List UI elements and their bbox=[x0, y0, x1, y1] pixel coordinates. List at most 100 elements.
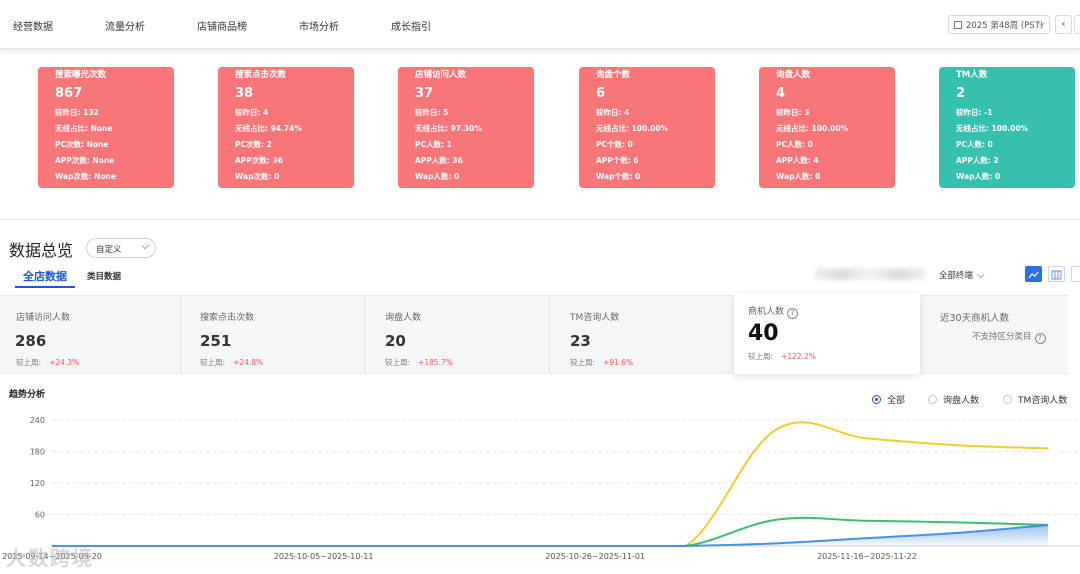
x-tick-label: 2025-10-26~2025-11-01 bbox=[545, 552, 645, 561]
card-detail-row: Wap人数: 0 bbox=[956, 172, 1001, 181]
stat-change: +24.8% bbox=[233, 358, 264, 367]
card-title: 询盘人数 bbox=[776, 70, 811, 80]
tab-store-data[interactable]: 全店数据 bbox=[23, 268, 67, 284]
stat-search-clicks[interactable]: 搜索点击次数 251 较上周: +24.8% bbox=[181, 296, 365, 373]
metric-card-inquiry-count[interactable]: 询盘个数 6 较昨日: 4 无线占比: 100.00% PC个数: 0 APP个数: 6 W… bbox=[579, 67, 715, 188]
card-detail-row: PC个数: 0 bbox=[596, 140, 633, 149]
stat-inquiry-people[interactable]: 询盘人数 20 较上周: +185.7% bbox=[365, 296, 550, 373]
card-detail-row: APP次数: 36 bbox=[235, 156, 283, 165]
trend-title: 趋势分析 bbox=[9, 390, 46, 400]
line-chart-view-button[interactable] bbox=[1025, 266, 1042, 282]
card-detail-row: 较昨日: 3 bbox=[776, 108, 810, 117]
nav-tab-traffic-analysis[interactable]: 流量分析 bbox=[105, 18, 145, 33]
y-tick-label: 120 bbox=[30, 479, 45, 488]
card-detail-row: APP人数: 4 bbox=[776, 156, 819, 165]
nav-tab-store-product-rank[interactable]: 店铺商品榜 bbox=[197, 18, 247, 33]
stat-compare-label: 较上周: bbox=[16, 358, 42, 367]
card-detail-row: Wap次数: None bbox=[55, 172, 116, 181]
card-detail-row: 无线占比: None bbox=[55, 124, 113, 133]
y-tick-label: 60 bbox=[35, 511, 45, 520]
chevron-down-icon: ⌵ bbox=[1038, 19, 1045, 29]
stat-compare: 较上周: +185.7% bbox=[385, 357, 453, 368]
card-title: 搜索曝光次数 bbox=[55, 70, 107, 80]
next-week-button[interactable] bbox=[1074, 15, 1080, 34]
stat-tm-consult-people[interactable]: TM咨询人数 23 较上周: +91.6% bbox=[550, 296, 734, 373]
metric-card-tm-people[interactable]: TM人数 2 较昨日: -1 无线占比: 100.00% PC人数: 0 APP人数: 2… bbox=[939, 67, 1075, 188]
card-detail-row: 无线占比: 100.00% bbox=[776, 124, 849, 133]
stat-compare-label: 较上周: bbox=[385, 358, 411, 367]
column-view-button[interactable] bbox=[1048, 266, 1065, 282]
chevron-left-icon: ‹ bbox=[1061, 17, 1066, 30]
metric-card-inquiry-people[interactable]: 询盘人数 4 较昨日: 3 无线占比: 100.00% PC人数: 0 APP人数: 4 W… bbox=[759, 67, 895, 188]
card-detail-row: Wap人数: 0 bbox=[415, 172, 460, 181]
metric-card-store-visitors[interactable]: 店铺访问人数 37 较昨日: 5 无线占比: 97.30% PC人数: 1 APP人数: … bbox=[398, 67, 534, 188]
card-detail-row: 较昨日: 4 bbox=[235, 108, 269, 117]
y-tick-label: 240 bbox=[30, 416, 45, 425]
card-value: 4 bbox=[776, 86, 786, 101]
stat-label: 近30天商机人数 bbox=[940, 313, 1010, 324]
stat-opportunity-people[interactable]: 商机人数? 40 较上周: +122.2% bbox=[734, 294, 920, 374]
stat-store-visitors[interactable]: 店铺访问人数 286 较上周: +24.3% bbox=[0, 296, 181, 373]
trend-line-chart: 601201802402025-09-14~2025-09-20 2025-10-… bbox=[2, 416, 1080, 561]
date-range-select[interactable]: 自定义 ⌵ bbox=[86, 238, 156, 258]
stat-compare-label: 较上周: bbox=[748, 352, 774, 361]
x-tick-label: 2025-10-05~2025-10-11 bbox=[274, 552, 374, 561]
stat-compare-label: 较上周: bbox=[200, 358, 226, 367]
terminal-select[interactable]: 全部终端 ⌵ bbox=[939, 269, 985, 281]
stat-note-text: 不支持区分类目 bbox=[972, 332, 1032, 342]
card-value: 867 bbox=[55, 86, 83, 101]
stat-compare: 较上周: +24.3% bbox=[16, 357, 79, 368]
card-title: TM人数 bbox=[956, 70, 988, 80]
watermark: 大数跨境 bbox=[6, 546, 94, 570]
stat-note: 不支持区分类目? bbox=[972, 330, 1046, 344]
card-detail-row: APP次数: None bbox=[55, 156, 115, 165]
week-select[interactable]: 2025 第48周 (PST) ⌵ bbox=[948, 15, 1050, 34]
card-detail-row: Wap次数: 0 bbox=[235, 172, 280, 181]
terminal-select-value: 全部终端 bbox=[939, 271, 974, 281]
card-detail-row: PC人数: 0 bbox=[776, 140, 813, 149]
stat-label-text: 商机人数 bbox=[748, 307, 785, 317]
stat-value: 251 bbox=[200, 332, 232, 350]
card-detail-row: 无线占比: 100.00% bbox=[596, 124, 669, 133]
card-detail-row: Wap人数: 0 bbox=[776, 172, 821, 181]
help-icon[interactable]: ? bbox=[1034, 333, 1046, 344]
nav-tab-growth-guide[interactable]: 成长指引 bbox=[391, 18, 431, 33]
card-detail-list: 较昨日: 132 无线占比: None PC次数: None APP次数: None W… bbox=[55, 105, 174, 185]
stat-label: 询盘人数 bbox=[385, 313, 422, 323]
stat-label: 搜索点击次数 bbox=[200, 313, 255, 323]
stat-label: 店铺访问人数 bbox=[16, 313, 71, 323]
card-value: 37 bbox=[415, 86, 434, 101]
card-detail-list: 较昨日: -1 无线占比: 100.00% PC人数: 0 APP人数: 2 Wap人数… bbox=[956, 105, 1075, 185]
chevron-down-icon: ⌵ bbox=[141, 241, 149, 252]
tab-category-data[interactable]: 类目数据 bbox=[87, 270, 121, 282]
export-button[interactable] bbox=[1071, 266, 1080, 282]
stat-label: TM咨询人数 bbox=[570, 313, 620, 323]
active-tab-indicator bbox=[15, 286, 75, 288]
card-detail-list: 较昨日: 5 无线占比: 97.30% PC人数: 1 APP人数: 36 Wap人数:… bbox=[415, 105, 534, 185]
metric-card-search-impressions[interactable]: 搜索曝光次数 867 较昨日: 132 无线占比: None PC次数: None APP… bbox=[38, 67, 174, 188]
card-detail-row: Wap个数: 0 bbox=[596, 172, 641, 181]
stats-panel: 店铺访问人数 286 较上周: +24.3% 搜索点击次数 251 较上周: +24… bbox=[0, 294, 1068, 374]
card-detail-row: PC次数: 2 bbox=[235, 140, 272, 149]
previous-week-button[interactable]: ‹ bbox=[1055, 15, 1072, 34]
y-tick-label: 180 bbox=[30, 448, 45, 457]
stat-compare-label: 较上周: bbox=[570, 358, 596, 367]
card-value: 2 bbox=[956, 86, 966, 101]
card-value: 6 bbox=[596, 86, 606, 101]
stat-value: 40 bbox=[748, 321, 779, 346]
card-detail-row: APP个数: 6 bbox=[596, 156, 639, 165]
help-icon[interactable]: ? bbox=[787, 308, 799, 319]
nav-tab-business-data[interactable]: 经营数据 bbox=[13, 18, 53, 33]
stat-change: +122.2% bbox=[781, 352, 816, 361]
stat-value: 23 bbox=[570, 332, 591, 350]
date-range-value: 自定义 bbox=[96, 245, 122, 255]
metric-card-search-clicks[interactable]: 搜索点击次数 38 较昨日: 4 无线占比: 94.74% PC次数: 2 APP次数: … bbox=[218, 67, 354, 188]
card-detail-row: PC人数: 1 bbox=[415, 140, 452, 149]
stat-30day-opportunity[interactable]: 近30天商机人数 不支持区分类目? bbox=[920, 296, 1068, 373]
nav-tab-market-analysis[interactable]: 市场分析 bbox=[299, 18, 339, 33]
card-detail-row: 无线占比: 100.00% bbox=[956, 124, 1029, 133]
card-detail-list: 较昨日: 4 无线占比: 94.74% PC次数: 2 APP次数: 36 Wap次数:… bbox=[235, 105, 354, 185]
card-detail-row: 较昨日: 4 bbox=[596, 108, 630, 117]
stat-value: 286 bbox=[15, 332, 47, 350]
blurred-redacted-area bbox=[815, 268, 925, 280]
